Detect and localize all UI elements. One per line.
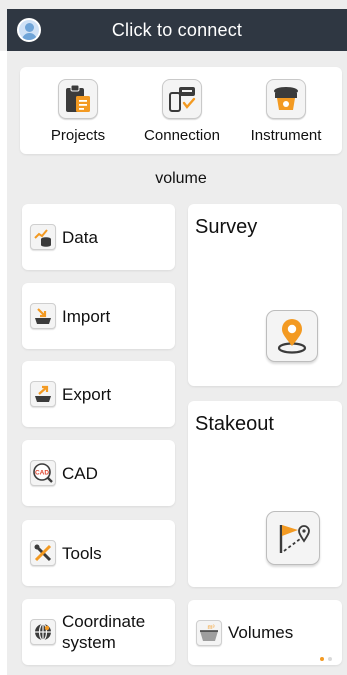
tools-icon [30,540,56,566]
instrument-button[interactable]: Instrument [236,79,336,144]
globe-grid-icon [30,619,56,645]
export-label: Export [62,384,112,404]
volumes-label: Volumes [228,623,294,642]
import-button[interactable]: Import [22,283,175,349]
connection-label: Connection [144,127,220,144]
tools-button[interactable]: Tools [22,520,175,586]
left-edge [0,51,7,675]
section-title: volume [155,170,207,187]
gnss-receiver-icon [266,79,306,119]
projects-button[interactable]: Projects [28,79,128,144]
connection-header[interactable]: Click to connect [7,9,347,51]
connection-button[interactable]: Connection [132,79,232,144]
coordinate-system-button[interactable]: Coordinate system [22,599,175,665]
location-pin-icon [266,310,318,362]
stakeout-title: Stakeout [195,413,274,435]
data-button[interactable]: Data [22,204,175,270]
volume-basin-icon: m³ [196,619,222,646]
quick-access-bar: Projects Connection Instrument [20,67,342,154]
cad-button[interactable]: CAD CAD [22,440,175,506]
page-dot-active [320,657,324,661]
coordinate-system-label: Coordinate system [62,612,146,652]
clipboard-icon [58,79,98,119]
connect-title[interactable]: Click to connect [112,20,242,41]
import-label: Import [62,306,111,326]
data-label: Data [62,227,98,247]
survey-tile[interactable]: Survey [188,204,342,386]
volumes-button[interactable]: m³ Volumes [188,600,342,665]
tools-label: Tools [62,543,102,563]
user-avatar-icon[interactable] [17,18,41,42]
projects-label: Projects [50,127,106,144]
export-tray-icon [30,381,56,407]
cad-label: CAD [62,463,98,483]
svg-text:m³: m³ [208,625,215,631]
export-button[interactable]: Export [22,361,175,427]
flag-stakeout-icon [266,511,320,565]
page-indicator [320,657,332,661]
instrument-label: Instrument [250,127,322,144]
import-tray-icon [30,303,56,329]
cad-icon: CAD [30,460,56,486]
stakeout-tile[interactable]: Stakeout [188,401,342,587]
device-connection-icon [162,79,202,119]
data-chart-icon [30,224,56,250]
svg-text:CAD: CAD [35,470,49,477]
page-dot [328,657,332,661]
survey-title: Survey [195,216,258,238]
